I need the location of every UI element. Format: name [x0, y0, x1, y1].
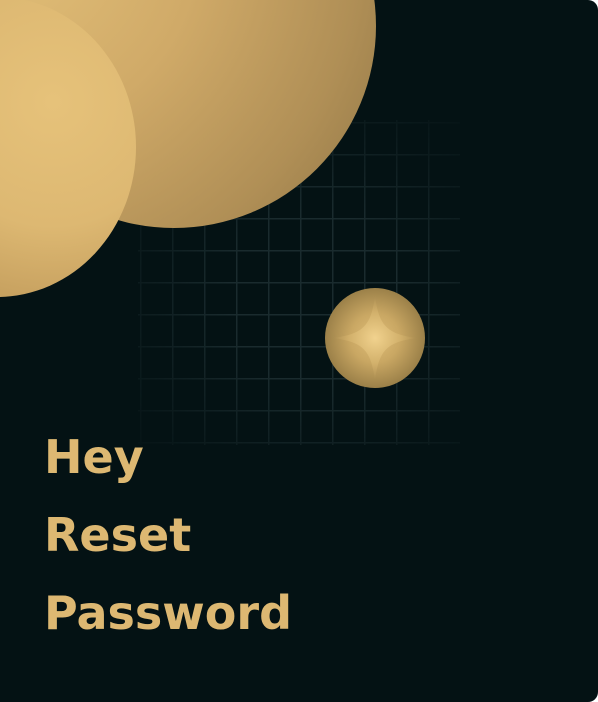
sparkle-icon [333, 296, 417, 380]
title-line-1: Hey [44, 430, 144, 484]
gold-orb-decoration [325, 288, 425, 388]
page-title: Hey Reset Password [44, 418, 292, 652]
title-line-3: Password [44, 586, 292, 640]
title-line-2: Reset [44, 508, 192, 562]
reset-password-hero-panel: Hey Reset Password [0, 0, 598, 702]
